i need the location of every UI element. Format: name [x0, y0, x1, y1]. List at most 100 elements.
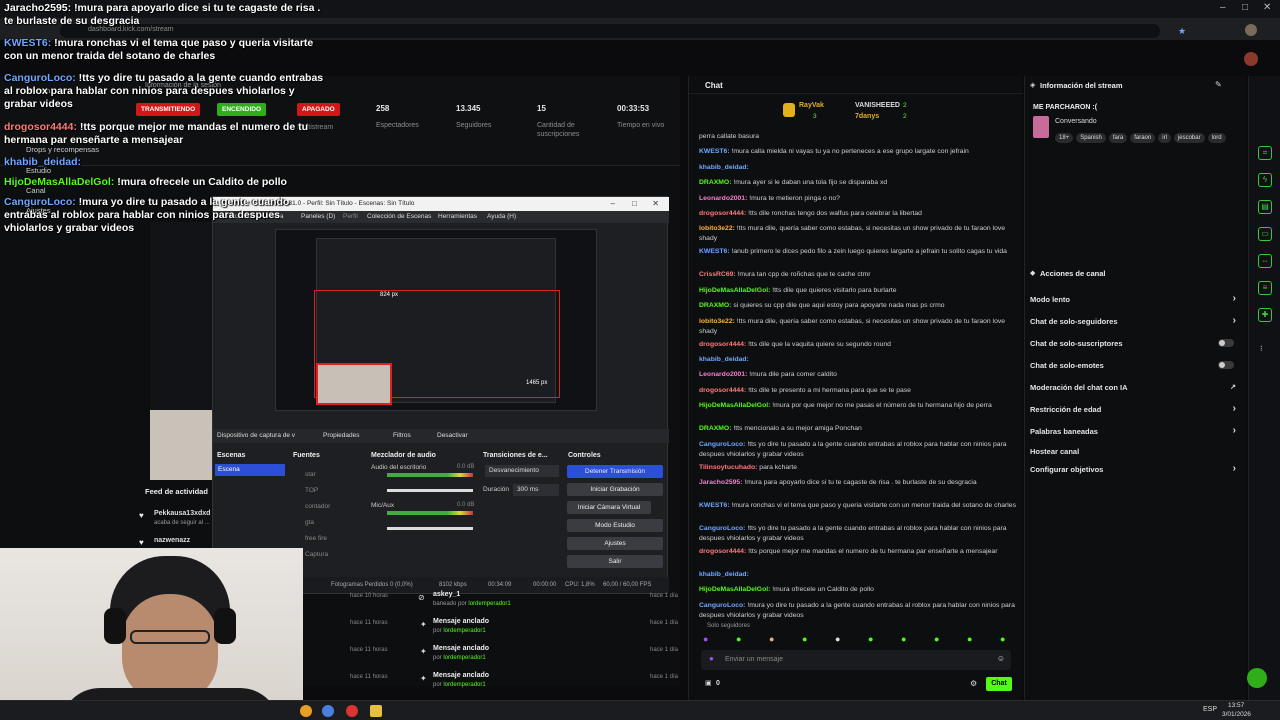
- studio-mode-button[interactable]: Modo Estudio: [567, 519, 663, 532]
- user-avatar[interactable]: [1244, 52, 1258, 66]
- tag[interactable]: jescobar: [1173, 133, 1205, 143]
- source-item[interactable]: contador: [305, 499, 330, 515]
- duration-input[interactable]: 300 ms: [513, 484, 559, 496]
- list-icon[interactable]: ≡: [1258, 281, 1272, 295]
- chat-username[interactable]: KWEST6:: [699, 248, 730, 255]
- filters-button[interactable]: Filtros: [393, 432, 411, 439]
- toggle-switch[interactable]: [1218, 361, 1234, 369]
- chat-username[interactable]: HijoDeMasAllaDelGol:: [699, 402, 770, 409]
- chat-username[interactable]: DRAXMO:: [699, 425, 731, 432]
- leader-1[interactable]: RayVak: [799, 102, 824, 109]
- action-subs-only[interactable]: Chat de solo-suscriptores: [1030, 339, 1240, 348]
- chat-message[interactable]: Leonardo2001: !mura te metieron pinga o …: [699, 194, 1017, 204]
- chat-message[interactable]: drogosor4444: !tts dile te presento a mi…: [699, 386, 1017, 396]
- source-item[interactable]: star: [305, 467, 330, 483]
- tag[interactable]: Spanish: [1076, 133, 1106, 143]
- source-item[interactable]: Captura: [305, 547, 330, 563]
- sparkle-icon[interactable]: ●: [709, 654, 714, 663]
- chat-username[interactable]: Jaracho2595:: [699, 479, 742, 486]
- volume-slider-desktop[interactable]: [387, 489, 473, 492]
- maximize-icon[interactable]: □: [1242, 2, 1248, 13]
- chat-message[interactable]: HijoDeMasAllaDelGol: !tts dile que quier…: [699, 286, 1017, 296]
- close-icon[interactable]: ✕: [1263, 2, 1271, 13]
- action-host-channel[interactable]: Hostear canal: [1030, 447, 1240, 456]
- volume-slider-mic[interactable]: [387, 527, 473, 530]
- chat-username[interactable]: khabib_deidad:: [699, 571, 749, 578]
- emote-icon[interactable]: ●: [934, 634, 939, 644]
- profile-avatar[interactable]: [1245, 24, 1257, 36]
- tag[interactable]: irl: [1158, 133, 1171, 143]
- emote-icon[interactable]: ●: [736, 634, 741, 644]
- document-icon[interactable]: ▤: [1258, 200, 1272, 214]
- chat-message[interactable]: lobito3e22: !tts mura dile, quería saber…: [699, 224, 1017, 244]
- category-name[interactable]: Conversando: [1055, 118, 1097, 125]
- obs-menu-profile[interactable]: Perfil: [343, 213, 358, 220]
- clip-icon[interactable]: ⌗: [1258, 146, 1272, 160]
- action-emotes-only[interactable]: Chat de solo-emotes: [1030, 361, 1240, 370]
- transition-select[interactable]: Desvanecimiento: [485, 465, 559, 477]
- wrench-icon[interactable]: ✚: [1258, 308, 1272, 322]
- deactivate-button[interactable]: Desactivar: [437, 432, 468, 439]
- action-goals[interactable]: Configurar objetivos ›: [1030, 463, 1240, 474]
- clock-date[interactable]: 3/01/2026: [1222, 711, 1251, 718]
- obs-preview[interactable]: 824 px 1465 px: [275, 229, 597, 411]
- chat-message[interactable]: khabib_deidad:: [699, 570, 1017, 580]
- chat-message[interactable]: lobito3e22: !tts mura dile, quería saber…: [699, 317, 1017, 337]
- leader-2[interactable]: VANISHEEED: [855, 102, 900, 109]
- chat-username[interactable]: CrissRC69:: [699, 271, 736, 278]
- chat-message[interactable]: CanguroLoco: !mura yo dire tu pasado a l…: [699, 601, 1017, 621]
- language-indicator[interactable]: ESP: [1203, 706, 1217, 713]
- emoji-icon[interactable]: ☺: [997, 654, 1005, 663]
- clock-time[interactable]: 13:57: [1228, 702, 1244, 709]
- chat-username[interactable]: HijoDeMasAllaDelGol:: [699, 287, 770, 294]
- emote-icon[interactable]: ●: [1000, 634, 1005, 644]
- chat-message[interactable]: drogosor4444: !tts porque mejor me manda…: [699, 547, 1017, 557]
- emote-icon[interactable]: ●: [967, 634, 972, 644]
- chat-message[interactable]: CanguroLoco: !tts yo dire tu pasado a la…: [699, 524, 1017, 544]
- start-recording-button[interactable]: Iniciar Grabación: [567, 483, 663, 496]
- app-icon[interactable]: [346, 705, 358, 717]
- modlog-by[interactable]: lordemperador1: [443, 682, 485, 688]
- action-followers-only[interactable]: Chat de solo-seguidores ›: [1030, 315, 1240, 326]
- app-icon[interactable]: [300, 705, 312, 717]
- chat-message[interactable]: KWEST6: !mura calla mielda ni vayas tu y…: [699, 147, 1017, 157]
- chat-username[interactable]: KWEST6:: [699, 502, 730, 509]
- chat-username[interactable]: CanguroLoco:: [699, 602, 745, 609]
- chat-message[interactable]: Jaracho2595: !mura para apoyarlo dice si…: [699, 478, 1017, 488]
- star-icon[interactable]: ★: [1178, 26, 1186, 37]
- raid-icon[interactable]: ⇔: [1258, 254, 1272, 268]
- action-banned-words[interactable]: Palabras baneadas ›: [1030, 425, 1240, 436]
- chat-message[interactable]: DRAXMO: !tts mencionalo a su mejor amiga…: [699, 424, 1017, 434]
- emote-icon[interactable]: ●: [835, 634, 840, 644]
- chat-username[interactable]: lobito3e22:: [699, 318, 735, 325]
- obs-close-icon[interactable]: ✕: [652, 199, 659, 208]
- chat-message[interactable]: drogosor4444: !tts dile que la vaquita q…: [699, 340, 1017, 350]
- obs-maximize-icon[interactable]: □: [632, 199, 637, 208]
- chat-message[interactable]: KWEST6: !mura ronchas vi el tema que pas…: [699, 501, 1017, 511]
- emote-icon[interactable]: ●: [769, 634, 774, 644]
- chat-message[interactable]: Leonardo2001: !mura dile para comer cald…: [699, 370, 1017, 380]
- chat-username[interactable]: Tilinsoytucuhado:: [699, 464, 757, 471]
- properties-button[interactable]: Propiedades: [323, 432, 360, 439]
- points-icon[interactable]: ▣: [705, 679, 712, 687]
- chat-username[interactable]: DRAXMO:: [699, 302, 731, 309]
- chat-message[interactable]: DRAXMO: si quieres su cpp dile que aqui …: [699, 301, 1017, 311]
- chat-username[interactable]: KWEST6:: [699, 148, 730, 155]
- chat-message[interactable]: HijoDeMasAllaDelGol: !mura ofrecele un C…: [699, 585, 1017, 595]
- chat-settings-icon[interactable]: ⚙: [970, 679, 977, 688]
- emote-icon[interactable]: ●: [703, 634, 708, 644]
- chat-username[interactable]: DRAXMO:: [699, 179, 731, 186]
- chat-username[interactable]: Leonardo2001:: [699, 195, 747, 202]
- chat-message[interactable]: perra callate basura: [699, 132, 1017, 142]
- chat-username[interactable]: CanguroLoco:: [699, 525, 745, 532]
- app-icon[interactable]: [322, 705, 334, 717]
- chat-message[interactable]: CanguroLoco: !tts yo dire tu pasado a la…: [699, 440, 1017, 460]
- action-slow-mode[interactable]: Modo lento ›: [1030, 293, 1240, 304]
- chat-username[interactable]: Leonardo2001:: [699, 371, 747, 378]
- minimize-icon[interactable]: –: [1220, 2, 1226, 13]
- obs-menu-scene-collection[interactable]: Colección de Escenas: [367, 213, 431, 220]
- obs-menu-help[interactable]: Ayuda (H): [487, 213, 516, 220]
- chat-username[interactable]: CanguroLoco:: [699, 441, 745, 448]
- tag[interactable]: 18+: [1055, 133, 1074, 143]
- chat-username[interactable]: khabib_deidad:: [699, 164, 749, 171]
